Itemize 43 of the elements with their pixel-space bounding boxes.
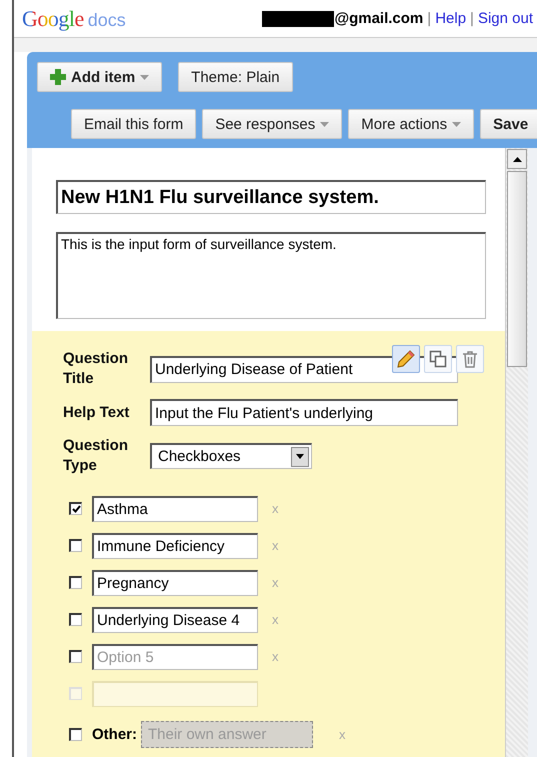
separator: | bbox=[427, 10, 432, 27]
option-field[interactable]: Underlying Disease 4 bbox=[92, 606, 258, 632]
checkbox[interactable] bbox=[69, 502, 82, 515]
field-label: Question Type bbox=[63, 436, 130, 476]
up-arrow-icon[interactable] bbox=[512, 156, 522, 162]
product-name: docs bbox=[88, 10, 126, 30]
checkbox[interactable] bbox=[69, 613, 82, 626]
add-item-button[interactable]: Add item bbox=[37, 62, 162, 92]
option-field[interactable]: Immune Deficiency bbox=[92, 532, 258, 558]
duplicate-button[interactable] bbox=[424, 345, 452, 373]
account-email: @gmail.com bbox=[334, 10, 424, 27]
scrollbar[interactable] bbox=[505, 148, 528, 757]
help-text-field[interactable]: Input the Flu Patient's underlying bbox=[150, 399, 458, 426]
new-option-field[interactable] bbox=[92, 680, 258, 706]
option-field[interactable]: Pregnancy bbox=[92, 570, 258, 596]
delete-button[interactable] bbox=[456, 345, 484, 373]
checkbox[interactable] bbox=[69, 728, 82, 741]
copy-icon bbox=[429, 350, 447, 368]
toolbar-button[interactable]: More actions bbox=[348, 109, 474, 139]
checkbox[interactable] bbox=[69, 539, 82, 552]
checkbox[interactable] bbox=[69, 650, 82, 663]
checkbox[interactable] bbox=[69, 576, 82, 589]
field-label: Question Title bbox=[63, 349, 130, 389]
question-type-select[interactable]: Checkboxes bbox=[150, 443, 312, 469]
header-link[interactable]: Help bbox=[435, 10, 466, 27]
plus-icon bbox=[50, 69, 66, 85]
edit-button[interactable] bbox=[392, 345, 420, 373]
option-field[interactable]: Asthma bbox=[92, 496, 258, 522]
separator: | bbox=[470, 10, 474, 27]
form-title-field[interactable]: New H1N1 Flu surveillance system. bbox=[56, 180, 486, 214]
save-button[interactable]: Save bbox=[480, 109, 537, 139]
field-label: Help Text bbox=[63, 402, 130, 422]
form-description-field[interactable]: This is the input form of surveillance system. bbox=[56, 232, 486, 319]
option-field[interactable]: Option 5 bbox=[92, 644, 258, 670]
toolbar-button[interactable]: Email this form bbox=[71, 109, 196, 139]
pencil-icon bbox=[397, 350, 415, 368]
other-answer-field[interactable]: Their own answer bbox=[141, 721, 313, 748]
trash-icon bbox=[462, 350, 478, 368]
toolbar-button[interactable]: Theme: Plain bbox=[178, 62, 293, 92]
toolbar-button[interactable]: See responses bbox=[202, 109, 342, 139]
dropdown-arrow-icon[interactable] bbox=[296, 454, 304, 459]
header-link[interactable]: Sign out bbox=[478, 10, 533, 27]
other-label: Other: bbox=[92, 726, 137, 743]
